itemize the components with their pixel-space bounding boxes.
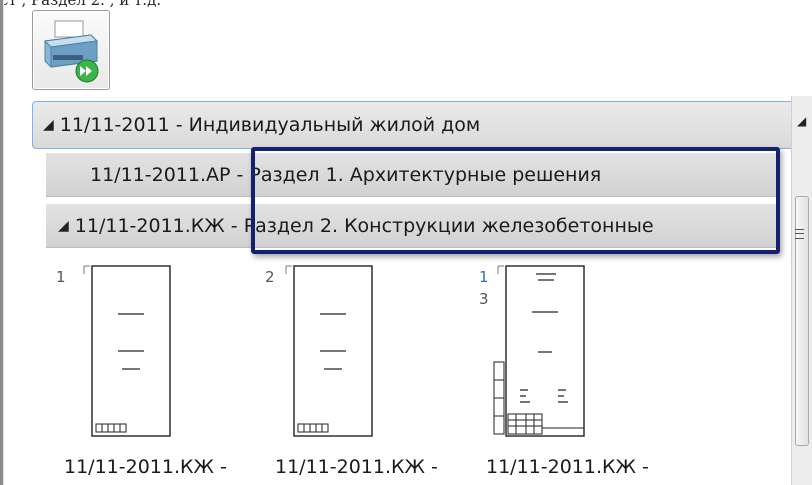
- section-code: 11/11-2011.АР: [90, 163, 231, 186]
- section-code: 11/11-2011.КЖ: [74, 214, 225, 237]
- print-button[interactable]: [32, 10, 110, 90]
- thumbnail-number: 1: [56, 268, 66, 286]
- scroll-grip-icon: [795, 229, 804, 239]
- thumbnail-label: 11/11-2011.КЖ -: [275, 456, 438, 478]
- window-border-highlight: [3, 0, 4, 485]
- group-title: 11/11-2011 - Индивидуальный жилой дом: [59, 114, 481, 136]
- thumbnail-label: 11/11-2011.КЖ -: [64, 456, 227, 478]
- collapse-arrow-icon[interactable]: ◢: [43, 117, 54, 133]
- thumbnail-number-secondary: 3: [479, 290, 489, 308]
- sheet-thumbnail[interactable]: [78, 262, 174, 438]
- sheet-thumbnail[interactable]: [280, 262, 376, 438]
- tree-group-header[interactable]: ◢ 11/11-2011 - Индивидуальный жилой дом: [32, 101, 794, 149]
- section-separator: -: [230, 163, 250, 186]
- drawing-sheet-icon: [83, 265, 171, 437]
- scroll-up-icon[interactable]: ◢: [797, 114, 806, 128]
- thumbnail-number: 2: [265, 268, 275, 286]
- thumbnail-number: 1: [479, 268, 489, 286]
- partial-caption-text: ст , Раздел 2. , и т.д.: [0, 0, 162, 9]
- thumbnail-label: 11/11-2011.КЖ -: [486, 456, 649, 478]
- vertical-scrollbar[interactable]: ◢: [791, 96, 812, 485]
- section-separator: -: [224, 214, 244, 237]
- drawing-sheet-icon: [493, 265, 585, 437]
- sheet-thumbnail[interactable]: [492, 262, 588, 438]
- collapse-arrow-icon[interactable]: ◢: [58, 218, 69, 234]
- highlight-annotation: [251, 147, 780, 254]
- printer-icon: [43, 20, 99, 83]
- drawing-sheet-icon: [285, 265, 373, 437]
